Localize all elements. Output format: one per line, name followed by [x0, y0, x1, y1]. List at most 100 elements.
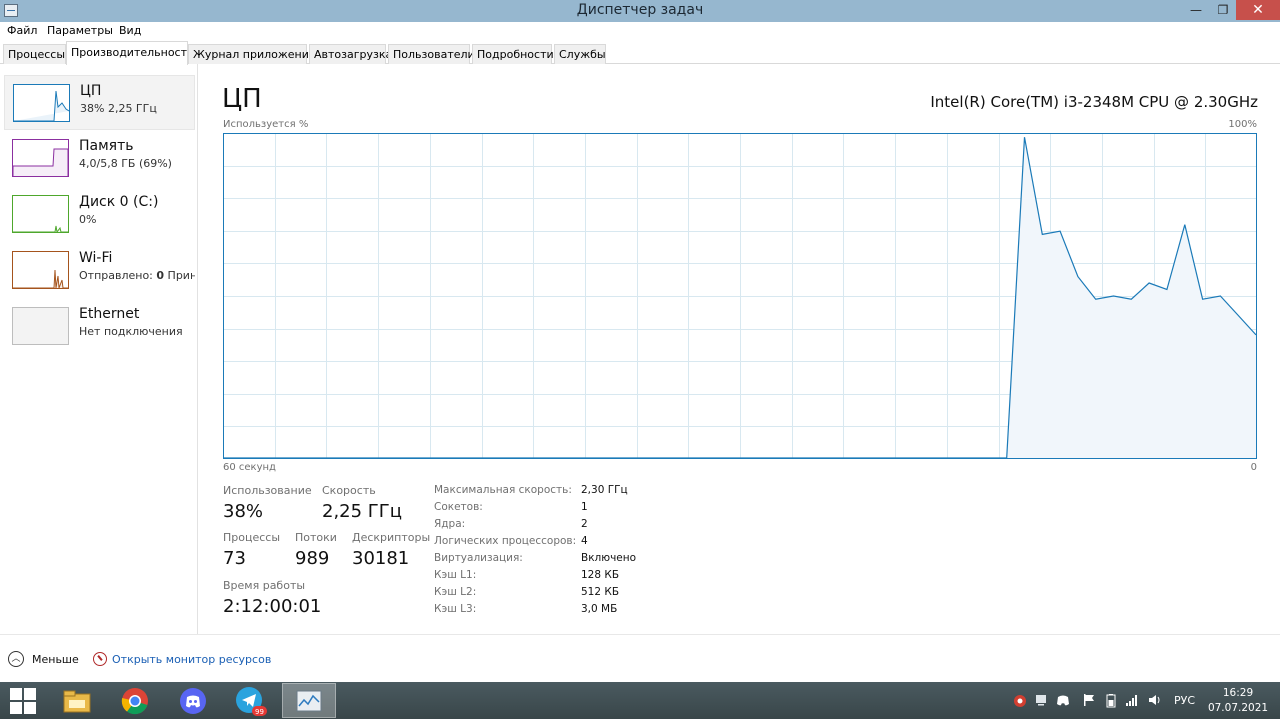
tab-startup[interactable]: Автозагрузка — [309, 44, 392, 64]
minimize-button[interactable]: — — [1182, 0, 1210, 20]
sidebar-item-disk[interactable]: Диск 0 (C:) 0% — [4, 187, 195, 242]
tray-flag-icon[interactable] — [1083, 694, 1095, 709]
tray-display-icon[interactable] — [1035, 694, 1047, 709]
sidebar-item-title: Wi-Fi — [79, 250, 113, 266]
speed-value: 2,25 ГГц — [322, 501, 403, 522]
windows-logo-pane — [24, 702, 36, 714]
windows-logo-pane — [24, 688, 36, 700]
taskbar-discord[interactable] — [166, 683, 220, 718]
detail-value: 512 КБ — [581, 586, 620, 598]
tab-app-history[interactable]: Журнал приложений — [188, 44, 316, 64]
detail-value: 3,0 МБ — [581, 603, 618, 615]
detail-key: Ядра: — [434, 518, 466, 530]
tab-strip: Процессы Производительность Журнал прило… — [0, 40, 1280, 65]
file-explorer-icon — [63, 690, 91, 712]
usage-value: 38% — [223, 501, 264, 522]
taskbar-telegram[interactable]: 99 — [224, 683, 278, 718]
fewer-details-button[interactable]: Меньше — [32, 653, 79, 666]
memory-thumbnail-graph — [12, 139, 69, 177]
performance-sidebar: ЦП 38% 2,25 ГГц Память 4,0/5,8 ГБ (69%) … — [0, 64, 198, 634]
sidebar-item-subtitle: 4,0/5,8 ГБ (69%) — [79, 157, 172, 170]
tab-services[interactable]: Службы — [554, 44, 606, 64]
detail-value: 1 — [581, 501, 588, 513]
cpu-thumbnail-graph — [13, 84, 70, 122]
footer-bar: ︿ Меньше Открыть монитор ресурсов — [0, 634, 1280, 682]
menu-file[interactable]: Файл — [7, 24, 37, 37]
open-resource-monitor-link[interactable]: Открыть монитор ресурсов — [112, 653, 271, 666]
sidebar-item-subtitle: 38% 2,25 ГГц — [80, 102, 157, 115]
graph-label-time-window: 60 секунд — [223, 462, 276, 473]
tab-users[interactable]: Пользователи — [388, 44, 475, 64]
detail-key: Кэш L1: — [434, 569, 477, 581]
tray-network-signal-icon[interactable] — [1125, 694, 1139, 709]
windows-logo-pane — [10, 702, 22, 714]
tray-discord-icon[interactable] — [1056, 694, 1070, 709]
menu-view[interactable]: Вид — [119, 24, 141, 37]
wifi-sent-value: 0 — [156, 269, 165, 282]
sidebar-item-wifi[interactable]: Wi-Fi Отправлено: 0 Принят — [4, 243, 195, 298]
wifi-sent-label: Отправлено: — [79, 269, 157, 282]
close-button[interactable]: ✕ — [1236, 0, 1280, 20]
detail-value: 2,30 ГГц — [581, 484, 628, 496]
task-manager-icon — [296, 690, 322, 711]
taskbar-chrome[interactable] — [108, 683, 162, 718]
menu-bar: Файл Параметры Вид — [0, 22, 1280, 40]
taskbar-task-manager[interactable] — [282, 683, 336, 718]
windows-logo-pane — [10, 688, 22, 700]
taskbar-clock[interactable]: 16:29 07.07.2021 — [1200, 686, 1276, 716]
sidebar-item-memory[interactable]: Память 4,0/5,8 ГБ (69%) — [4, 131, 195, 186]
clock-time: 16:29 — [1222, 687, 1254, 699]
tab-performance[interactable]: Производительность — [66, 41, 194, 65]
graph-label-usage: Используется % — [223, 119, 309, 130]
detail-key: Виртуализация: — [434, 552, 523, 564]
telegram-unread-badge: 99 — [255, 708, 264, 716]
wifi-thumbnail-graph — [12, 251, 69, 289]
detail-key: Кэш L3: — [434, 603, 477, 615]
graph-label-max: 100% — [1228, 119, 1257, 130]
tray-battery-power-icon[interactable] — [1104, 694, 1118, 711]
resource-monitor-icon[interactable] — [93, 652, 107, 666]
keyboard-language-indicator[interactable]: РУС — [1174, 694, 1195, 707]
maximize-button[interactable]: ❐ — [1210, 0, 1236, 20]
sidebar-item-subtitle: Нет подключения — [79, 325, 183, 338]
wifi-received-label: Принят — [167, 269, 195, 282]
speed-label: Скорость — [322, 484, 376, 497]
page-title: ЦП — [222, 84, 262, 114]
taskbar-file-explorer[interactable] — [50, 683, 104, 718]
disk-thumbnail-graph — [12, 195, 69, 234]
tray-chrome-notification-icon[interactable] — [1013, 694, 1027, 711]
discord-icon — [180, 687, 206, 714]
start-button[interactable] — [10, 688, 36, 714]
sidebar-item-title: Ethernet — [79, 306, 140, 322]
menu-options[interactable]: Параметры — [47, 24, 113, 37]
sidebar-item-ethernet[interactable]: Ethernet Нет подключения — [4, 299, 195, 354]
sidebar-item-title: Диск 0 (C:) — [79, 194, 159, 210]
sidebar-item-title: Память — [79, 138, 134, 154]
processes-label: Процессы — [223, 531, 281, 544]
title-bar: Диспетчер задач — ❐ ✕ — [0, 0, 1280, 22]
sidebar-item-cpu[interactable]: ЦП 38% 2,25 ГГц — [4, 75, 195, 130]
tab-details[interactable]: Подробности — [472, 44, 554, 64]
detail-value: 4 — [581, 535, 588, 547]
tab-processes[interactable]: Процессы — [3, 44, 66, 64]
chrome-icon — [121, 687, 148, 714]
detail-key: Максимальная скорость: — [434, 484, 572, 496]
detail-value: Включено — [581, 552, 637, 564]
sidebar-item-subtitle: 0% — [79, 213, 97, 226]
usage-label: Использование — [223, 484, 312, 497]
detail-key: Сокетов: — [434, 501, 483, 513]
threads-value: 989 — [295, 548, 330, 569]
tray-volume-icon[interactable] — [1148, 694, 1162, 709]
handles-label: Дескрипторы — [352, 531, 431, 544]
graph-label-zero: 0 — [1250, 462, 1257, 473]
handles-value: 30181 — [352, 548, 410, 569]
detail-key: Кэш L2: — [434, 586, 477, 598]
telegram-icon: 99 — [236, 686, 267, 716]
detail-value: 128 КБ — [581, 569, 620, 581]
window-title: Диспетчер задач — [576, 2, 704, 18]
cpu-model-name: Intel(R) Core(TM) i3-2348M CPU @ 2.30GHz — [930, 93, 1258, 111]
detail-key: Логических процессоров: — [434, 535, 577, 547]
sidebar-item-subtitle: Отправлено: 0 Принят — [79, 269, 195, 282]
threads-label: Потоки — [295, 531, 337, 544]
chevron-up-icon[interactable]: ︿ — [8, 651, 24, 667]
